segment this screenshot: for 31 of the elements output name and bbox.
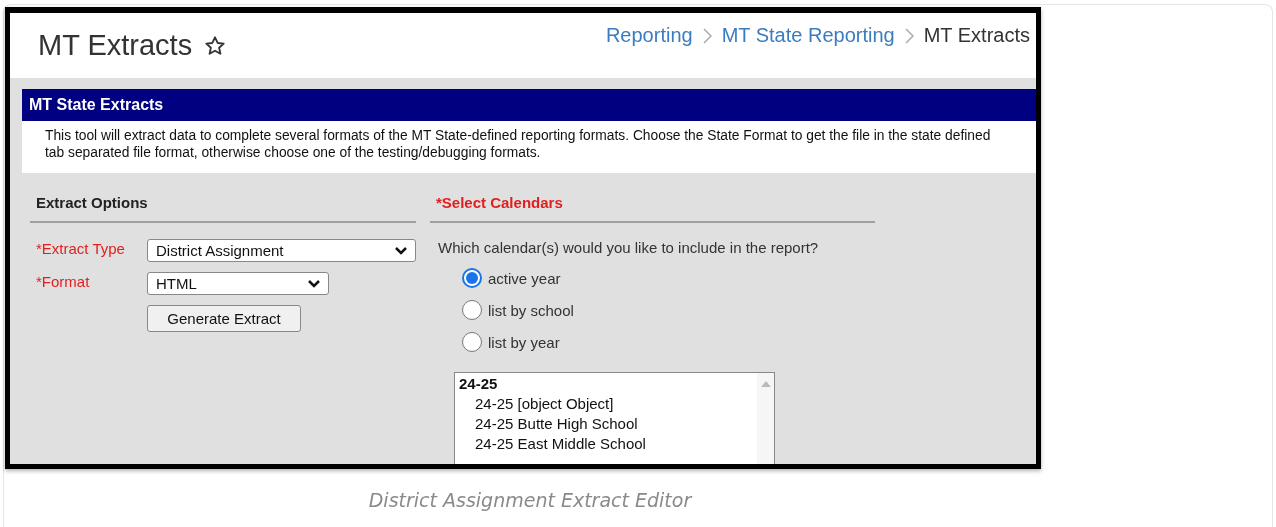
calendar-list[interactable]: 24-25 24-25 [object Object] 24-25 Butte High School 24-25 East Middle School xyxy=(454,372,775,464)
field-label: *Extract Type xyxy=(36,239,126,257)
radio-button[interactable] xyxy=(462,300,482,320)
section-heading: *Select Calendars xyxy=(430,191,875,223)
radio-button[interactable] xyxy=(462,332,482,352)
field-label: *Format xyxy=(36,272,91,290)
question-text: Which calendar(s) would you like to include in the report? xyxy=(437,239,820,256)
generate-button[interactable]: Generate Extract xyxy=(147,305,301,332)
radio-button[interactable] xyxy=(462,268,482,288)
description: This tool will extract data to complete several formats of the MT State-defined reporting formats. Choose the State Format to get the file in the state defined tab separated file format, otherwise choose one of the testing/debugging formats. xyxy=(22,121,1036,173)
location-text: MT Extracts xyxy=(923,24,1030,47)
page-title: MT Extracts xyxy=(38,29,193,62)
list-item[interactable]: 24-25 East Middle School xyxy=(459,434,753,454)
chevron-right-icon xyxy=(702,27,712,44)
star-icon[interactable] xyxy=(204,34,227,57)
dropdown[interactable]: District Assignment xyxy=(147,239,416,262)
radio-label: list by year xyxy=(488,333,560,351)
dropdown[interactable]: HTML xyxy=(147,272,329,295)
breadcrumb-link[interactable]: Reporting xyxy=(605,24,693,47)
breadcrumb-link[interactable]: MT State Reporting xyxy=(721,24,895,47)
radio-label: active year xyxy=(488,269,561,287)
section-heading: Extract Options xyxy=(30,191,416,223)
panel-title: MT State Extracts xyxy=(22,89,1036,121)
chevron-down-icon xyxy=(395,246,407,255)
radio-label: list by school xyxy=(488,301,574,319)
list-item[interactable]: 24-25 Butte High School xyxy=(459,414,753,434)
list-item[interactable]: 24-25 [object Object] xyxy=(459,394,753,414)
caption: District Assignment Extract Editor xyxy=(367,489,694,511)
list-group-label: 24-25 xyxy=(459,374,499,394)
chevron-right-icon xyxy=(904,27,914,44)
chevron-down-icon xyxy=(308,279,320,288)
